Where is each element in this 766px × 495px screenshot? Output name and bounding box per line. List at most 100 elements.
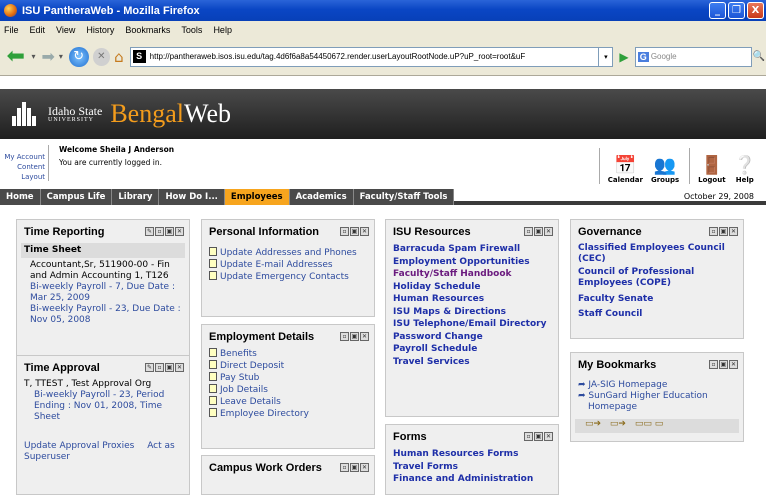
search-input[interactable]: G Google: [634, 46, 753, 67]
tab-faculty-staff-tools[interactable]: Faculty/Staff Tools: [354, 189, 455, 205]
menu-view[interactable]: View: [56, 25, 75, 35]
form-link[interactable]: Finance and Administration: [393, 473, 551, 486]
close-icon[interactable]: ✕: [175, 363, 184, 372]
content-layout-link[interactable]: Content Layout: [3, 162, 45, 182]
minimize-icon[interactable]: ▫: [155, 227, 164, 236]
form-link[interactable]: Travel Forms: [393, 461, 551, 474]
url-bar[interactable]: S http://pantheraweb.isos.isu.edu/tag.4d…: [129, 46, 600, 67]
close-icon[interactable]: ✕: [544, 432, 553, 441]
url-dropdown-icon[interactable]: ▾: [599, 46, 614, 67]
close-icon[interactable]: ✕: [729, 227, 738, 236]
close-icon[interactable]: ✕: [360, 332, 369, 341]
minimize-button[interactable]: _: [709, 2, 726, 19]
resource-link[interactable]: Password Change: [393, 331, 551, 344]
tab-home[interactable]: Home: [0, 189, 41, 205]
menu-history[interactable]: History: [86, 25, 114, 35]
edit-icon[interactable]: ✎: [145, 363, 154, 372]
bookmark-link[interactable]: ➦ SunGard Higher Education Homepage: [578, 391, 736, 413]
reload-icon[interactable]: ↻: [68, 46, 89, 67]
governance-link[interactable]: Faculty Senate: [578, 293, 736, 306]
resource-link[interactable]: Employment Opportunities: [393, 256, 551, 269]
go-arrow-icon[interactable]: ▶: [615, 48, 633, 66]
minimize-icon[interactable]: ▫: [524, 227, 533, 236]
tab-campus-life[interactable]: Campus Life: [41, 189, 113, 205]
maximize-icon[interactable]: ▣: [534, 227, 543, 236]
resource-link[interactable]: Payroll Schedule: [393, 343, 551, 356]
close-icon[interactable]: ✕: [360, 463, 369, 472]
employment-detail-link[interactable]: Direct Deposit: [209, 360, 367, 372]
minimize-icon[interactable]: ▫: [340, 463, 349, 472]
tab-library[interactable]: Library: [112, 189, 160, 205]
maximize-icon[interactable]: ▣: [165, 363, 174, 372]
back-dropdown-icon[interactable]: ▾: [31, 52, 35, 61]
minimize-icon[interactable]: ▫: [709, 227, 718, 236]
logout-button[interactable]: 🚪 Logout: [698, 156, 725, 185]
close-icon[interactable]: ✕: [729, 360, 738, 369]
maximize-button[interactable]: ❐: [728, 2, 745, 19]
resource-link[interactable]: ISU Telephone/Email Directory: [393, 318, 551, 331]
maximize-icon[interactable]: ▣: [534, 432, 543, 441]
menu-bookmarks[interactable]: Bookmarks: [125, 25, 170, 35]
close-icon[interactable]: ✕: [544, 227, 553, 236]
search-icon[interactable]: 🔍: [752, 47, 766, 67]
maximize-icon[interactable]: ▣: [719, 227, 728, 236]
stop-icon[interactable]: ✕: [92, 47, 111, 66]
employment-detail-link[interactable]: Employee Directory: [209, 408, 367, 420]
edit-icon[interactable]: ✎: [145, 227, 154, 236]
tab-how-do-i[interactable]: How Do I...: [159, 189, 225, 205]
resource-link[interactable]: ISU Maps & Directions: [393, 306, 551, 319]
employment-detail-link[interactable]: Leave Details: [209, 396, 367, 408]
maximize-icon[interactable]: ▣: [165, 227, 174, 236]
close-icon[interactable]: ✕: [175, 227, 184, 236]
employment-detail-link[interactable]: Pay Stub: [209, 372, 367, 384]
personal-info-link[interactable]: Update Addresses and Phones: [209, 247, 367, 259]
minimize-icon[interactable]: ▫: [340, 332, 349, 341]
maximize-icon[interactable]: ▣: [350, 463, 359, 472]
menu-help[interactable]: Help: [213, 25, 232, 35]
close-icon[interactable]: ✕: [360, 227, 369, 236]
edit-bookmark-icon[interactable]: ▭: [655, 419, 664, 429]
governance-link[interactable]: Classified Employees Council (CEC): [578, 243, 736, 265]
personal-info-link[interactable]: Update E-mail Addresses: [209, 259, 367, 271]
maximize-icon[interactable]: ▣: [350, 332, 359, 341]
update-approval-proxies-link[interactable]: Update Approval Proxies: [24, 441, 134, 451]
close-button[interactable]: X: [747, 2, 764, 19]
minimize-icon[interactable]: ▫: [524, 432, 533, 441]
menu-tools[interactable]: Tools: [181, 25, 202, 35]
minimize-icon[interactable]: ▫: [709, 360, 718, 369]
back-arrow-icon[interactable]: ⬅: [4, 44, 27, 69]
minimize-icon[interactable]: ▫: [155, 363, 164, 372]
governance-link[interactable]: Staff Council: [578, 308, 736, 321]
resource-link[interactable]: Barracuda Spam Firewall: [393, 243, 551, 256]
employment-detail-link[interactable]: Benefits: [209, 348, 367, 360]
minimize-icon[interactable]: ▫: [340, 227, 349, 236]
bookmark-link[interactable]: ➦ JA-SIG Homepage: [578, 380, 736, 391]
groups-button[interactable]: 👥 Groups: [651, 156, 679, 185]
forward-arrow-icon[interactable]: ➡: [42, 47, 55, 66]
form-link[interactable]: Human Resources Forms: [393, 448, 551, 461]
maximize-icon[interactable]: ▣: [719, 360, 728, 369]
resource-link[interactable]: Travel Services: [393, 356, 551, 369]
help-button[interactable]: ❔ Help: [734, 156, 756, 185]
add-folder-icon[interactable]: ▭➔: [610, 419, 626, 429]
home-icon[interactable]: ⌂: [114, 48, 124, 66]
employment-detail-link[interactable]: Job Details: [209, 384, 367, 396]
personal-info-link[interactable]: Update Emergency Contacts: [209, 271, 367, 283]
timesheet-link[interactable]: Bi-weekly Payroll - 23, Due Date : Nov 0…: [24, 304, 182, 326]
resource-link[interactable]: Faculty/Staff Handbook: [393, 268, 551, 281]
menu-edit[interactable]: Edit: [30, 25, 46, 35]
resource-link[interactable]: Holiday Schedule: [393, 281, 551, 294]
timesheet-link[interactable]: Bi-weekly Payroll - 7, Due Date : Mar 25…: [24, 282, 182, 304]
forward-dropdown-icon[interactable]: ▾: [59, 52, 63, 61]
tab-employees[interactable]: Employees: [224, 189, 290, 205]
approval-timesheet-link[interactable]: Bi-weekly Payroll - 23, Period Ending : …: [24, 390, 182, 423]
add-bookmark-icon[interactable]: ▭➔: [585, 419, 601, 429]
tab-academics[interactable]: Academics: [290, 189, 354, 205]
calendar-button[interactable]: 📅 Calendar: [608, 156, 643, 185]
move-bookmark-icon[interactable]: ▭▭: [635, 419, 652, 429]
menu-file[interactable]: File: [4, 25, 19, 35]
my-account-link[interactable]: My Account: [3, 152, 45, 162]
resource-link[interactable]: Human Resources: [393, 293, 551, 306]
governance-link[interactable]: Council of Professional Employees (COPE): [578, 267, 736, 289]
maximize-icon[interactable]: ▣: [350, 227, 359, 236]
